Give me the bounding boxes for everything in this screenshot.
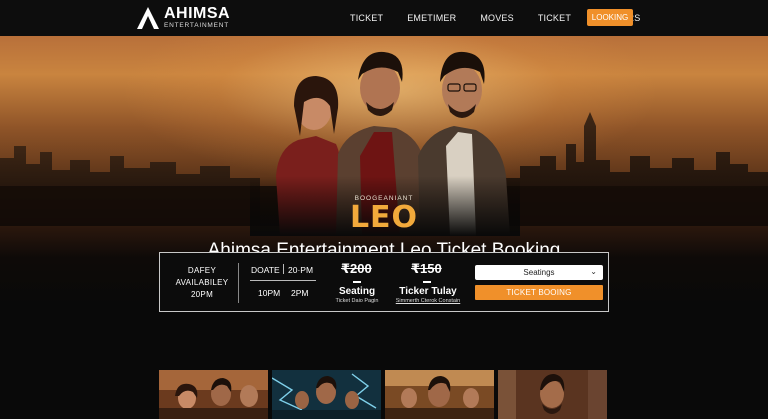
poster-thumbnail-1[interactable] [159,370,268,419]
nav-item-ticket-2[interactable]: TICKET [538,13,571,23]
booking-panel: DAFEY AVAILABILEY 20PM DOATE 20·PM 10PM … [159,252,609,312]
seating-note: Ticket Daio Pagin [335,298,379,304]
poster-thumbnail-2[interactable] [272,370,381,419]
brand-tagline: ENTERTAINMENT [164,22,230,30]
seating-price-dash [353,281,361,283]
ticket-price-dash [423,281,431,283]
hero-banner: BOOGEANIANT LEO Ahimsa Entertainment Leo… [0,36,768,419]
date-underline [250,280,316,281]
availability-block: DAFEY AVAILABILEY 20PM [168,265,236,301]
seating-select-value: Seatings [523,268,555,277]
ticket-booking-button[interactable]: TICKET BOOING [475,285,603,300]
seating-select[interactable]: Seatings ⌄ [475,265,603,280]
ticket-price: ₹150 [411,261,442,276]
logo-a-icon [137,7,159,29]
seating-price: ₹200 [341,261,372,276]
top-navbar: AHIMSA ENTERTAINMENT TICKET EMETIMER MOV… [0,0,768,36]
nav-item-moves[interactable]: MOVES [480,13,514,23]
availability-line-2: AVAILABILEY [175,278,229,287]
showtime-10pm[interactable]: 10PM [258,288,280,298]
poster-thumbnail-3[interactable] [385,370,494,419]
showtime-2pm[interactable]: 2PM [291,288,308,298]
nav-item-emetimer[interactable]: EMETIMER [407,13,456,23]
date-label: DOATE [251,265,280,275]
availability-line-1: DAFEY [187,266,217,275]
date-separator [283,264,284,274]
nav-item-ticket[interactable]: TICKET [350,13,383,23]
ticket-note-link[interactable]: Simmerth Cterok Constain [392,298,464,304]
brand-name: AHIMSA [164,5,231,23]
availability-line-3: 20PM [190,290,214,299]
date-time[interactable]: 20·PM [288,265,313,275]
poster-thumbnail-4[interactable] [498,370,607,419]
poster-thumbnails [159,370,611,419]
seating-label: Seating [338,286,376,297]
chevron-down-icon: ⌄ [590,267,597,276]
ticket-label: Ticker Tulay [399,286,457,297]
looking-button[interactable]: LOOKING [587,9,633,26]
panel-divider [238,263,239,303]
brand-logo[interactable]: AHIMSA ENTERTAINMENT [136,6,230,30]
movie-title: LEO [349,200,419,235]
